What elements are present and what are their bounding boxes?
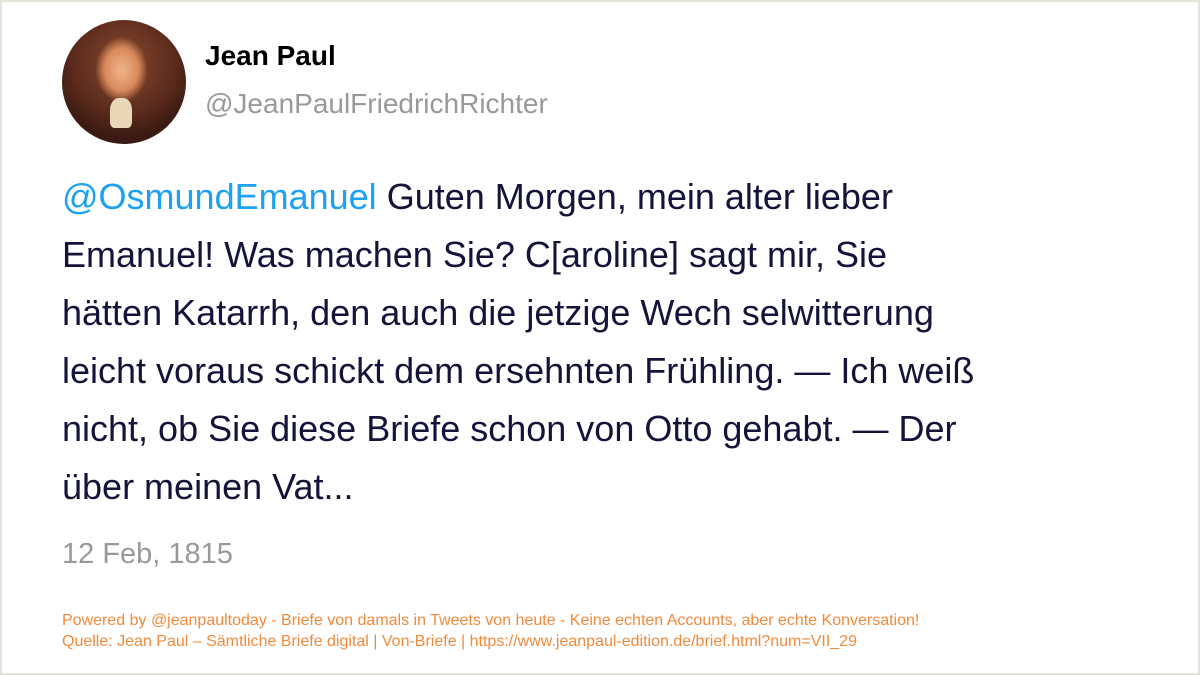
author-handle[interactable]: @JeanPaulFriedrichRichter xyxy=(205,88,548,120)
tweet-line: hätten Katarrh, den auch die jetzige Wec… xyxy=(62,292,934,333)
tweet-line: @OsmundEmanuel Guten Morgen, mein alter … xyxy=(62,168,974,226)
mention-link[interactable]: @OsmundEmanuel xyxy=(62,176,377,217)
tweet-line: über meinen Vat... xyxy=(62,466,354,507)
footer: Powered by @jeanpaultoday - Briefe von d… xyxy=(62,610,919,652)
footer-powered-by: Powered by @jeanpaultoday - Briefe von d… xyxy=(62,612,920,629)
tweet-date: 12 Feb, 1815 xyxy=(62,538,233,570)
author-name[interactable]: Jean Paul xyxy=(205,40,336,72)
tweet-line: leicht voraus schickt dem ersehnten Früh… xyxy=(62,350,975,391)
avatar-collar xyxy=(110,98,132,128)
tweet-text: @OsmundEmanuel Guten Morgen, mein alter … xyxy=(62,168,974,516)
tweet-line: Emanuel! Was machen Sie? C[aroline] sagt… xyxy=(62,234,888,275)
avatar[interactable] xyxy=(62,20,186,144)
footer-source: Quelle: Jean Paul – Sämtliche Briefe dig… xyxy=(62,633,857,650)
tweet-line-text: Guten Morgen, mein alter lieber xyxy=(376,176,893,217)
tweet-line: nicht, ob Sie diese Briefe schon von Ott… xyxy=(62,408,957,449)
